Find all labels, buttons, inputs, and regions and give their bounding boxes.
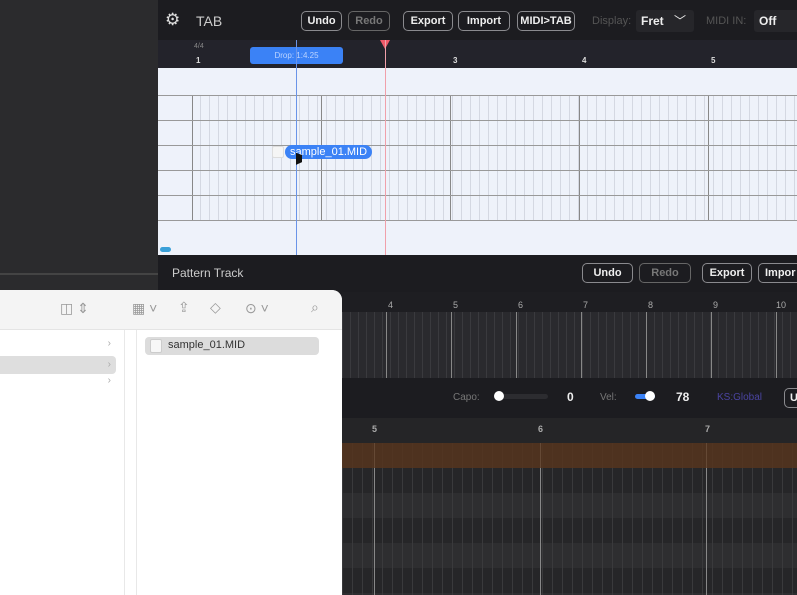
midi-to-tab-button[interactable]: MIDI>TAB [517, 11, 575, 31]
export-button[interactable]: Export [403, 11, 453, 31]
extra-button[interactable]: U [784, 388, 797, 408]
track-ruler[interactable]: 5 6 7 [342, 418, 797, 443]
velocity-slider[interactable] [635, 391, 655, 401]
bar-number: 5 [711, 56, 716, 65]
playhead-line [385, 40, 386, 255]
folder-row[interactable]: › [0, 375, 116, 392]
bar-number: 5 [453, 300, 459, 310]
track-lanes[interactable] [342, 443, 797, 595]
bar-number: 4 [388, 300, 394, 310]
vel-label: Vel: [600, 392, 617, 403]
divider [0, 273, 158, 275]
midi-in-select[interactable]: Off [754, 10, 797, 32]
undo-button[interactable]: Undo [582, 263, 633, 283]
vel-value: 78 [676, 390, 690, 404]
columns-view-icon[interactable]: ◫ ⇕ [60, 300, 89, 317]
file-row-selected[interactable]: sample_01.MID [145, 337, 319, 355]
bar-number: 5 [372, 424, 378, 434]
display-select[interactable]: Fret ﹀ [636, 10, 694, 32]
mouse-cursor-icon [296, 152, 302, 168]
folder-row-selected[interactable]: › [0, 356, 116, 374]
bar-number: 9 [713, 300, 719, 310]
bar-number: 4 [582, 56, 587, 65]
chevron-right-icon: › [107, 375, 111, 386]
chevron-right-icon: › [107, 338, 111, 349]
file-icon [272, 146, 284, 158]
finder-toolbar: ◫ ⇕ ▦ ˅ ⇪ ◇ ⊙ ˅ ⌕ [0, 290, 342, 330]
timeline-ruler[interactable]: 4/4 1 3 4 5 Drop: 1:4.25 [158, 40, 797, 68]
slider-thumb[interactable] [494, 391, 504, 401]
bar-number: 6 [538, 424, 544, 434]
bar-number: 8 [648, 300, 654, 310]
tag-icon[interactable]: ◇ [210, 299, 221, 316]
bar-number: 10 [776, 300, 787, 310]
string-lines [158, 95, 797, 221]
midi-in-label: MIDI IN: [706, 15, 747, 27]
chevron-down-icon: ﹀ [673, 14, 686, 28]
panel-title: Pattern Track [172, 266, 244, 280]
undo-button[interactable]: Undo [301, 11, 342, 31]
time-signature: 4/4 [194, 43, 204, 50]
tab-staff[interactable]: sample_01.MID [158, 40, 797, 255]
capo-label: Capo: [453, 392, 480, 403]
bar-number: 3 [453, 56, 458, 65]
display-label: Display: [592, 15, 632, 27]
finder-window: ◫ ⇕ ▦ ˅ ⇪ ◇ ⊙ ˅ ⌕ › › › sample_01.MID [0, 290, 342, 595]
scroll-handle[interactable] [160, 247, 171, 252]
capo-slider[interactable] [494, 391, 548, 401]
tab-panel: ⚙ TAB Undo Redo Export Import MIDI>TAB D… [158, 0, 797, 255]
gear-icon[interactable]: ⚙ [165, 11, 180, 29]
controls-bar: Capo: 0 Vel: 78 KS:Global U [342, 378, 797, 418]
more-icon[interactable]: ⊙ ˅ [245, 300, 269, 317]
file-icon [150, 339, 162, 353]
pattern-ruler[interactable]: 4 5 6 7 8 9 10 [342, 292, 797, 312]
capo-value: 0 [567, 390, 574, 404]
search-icon[interactable]: ⌕ [311, 299, 319, 316]
chevron-right-icon: › [107, 359, 111, 370]
folder-row[interactable]: › [0, 338, 116, 355]
display-value: Fret [641, 14, 664, 28]
import-button[interactable]: Import [458, 11, 510, 31]
group-icon[interactable]: ▦ ˅ [132, 300, 157, 317]
bar-number: 1 [196, 56, 201, 65]
bar-number: 7 [583, 300, 589, 310]
pattern-grid[interactable] [342, 312, 797, 378]
panel-title: TAB [196, 13, 223, 29]
bar-number: 6 [518, 300, 524, 310]
bar-number: 7 [705, 424, 711, 434]
slider-thumb[interactable] [645, 391, 655, 401]
export-button[interactable]: Export [702, 263, 752, 283]
background-window [0, 0, 158, 290]
column-divider[interactable] [124, 330, 137, 595]
ks-global-label[interactable]: KS:Global [717, 392, 762, 403]
share-icon[interactable]: ⇪ [178, 299, 190, 316]
redo-button[interactable]: Redo [348, 11, 390, 31]
file-name: sample_01.MID [168, 339, 246, 351]
redo-button[interactable]: Redo [639, 263, 691, 283]
import-button[interactable]: Impor [758, 263, 797, 283]
highlighted-track[interactable] [342, 443, 797, 468]
